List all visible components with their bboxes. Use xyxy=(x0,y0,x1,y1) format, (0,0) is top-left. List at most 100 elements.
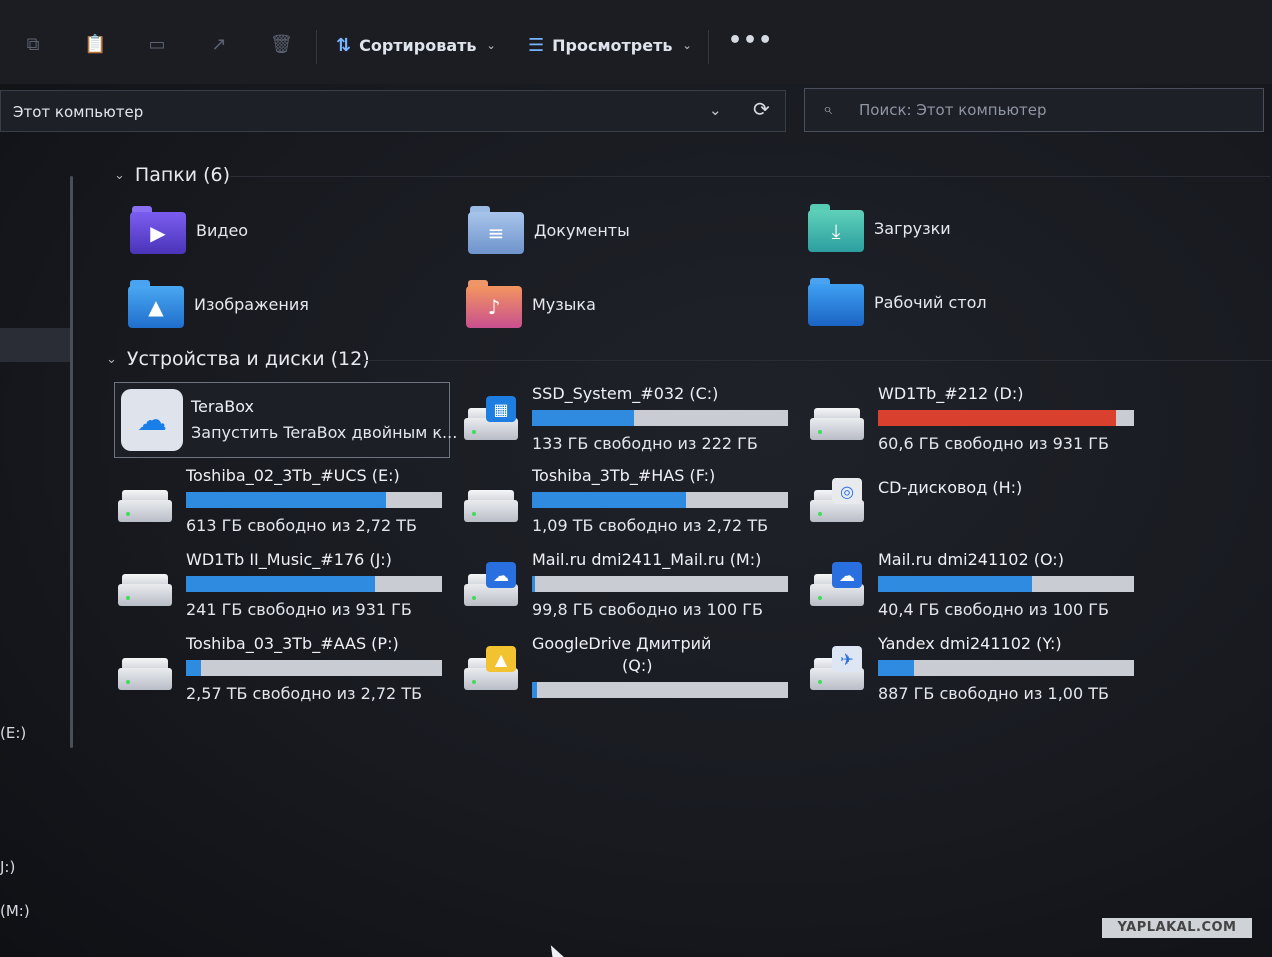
sort-button[interactable]: ⇅ Сортировать ⌄ xyxy=(336,32,496,58)
drive-usage-bar xyxy=(532,682,788,698)
nav-item-j[interactable]: J:) xyxy=(0,858,15,876)
refresh-icon[interactable]: ⟳ xyxy=(753,97,770,121)
drive-name: Toshiba_02_3Tb_#UCS (E:) xyxy=(186,466,400,485)
drive-usage-fill xyxy=(186,492,386,508)
windows-drive-icon: ▦ xyxy=(462,396,520,444)
terabox-app-tile[interactable]: ☁ TeraBox Запустить TeraBox двойным к... xyxy=(114,382,457,458)
drive-usage-fill xyxy=(186,660,202,676)
address-bar[interactable]: Этот компьютер ⌄ ⟳ xyxy=(0,90,786,132)
folder-documents[interactable]: ≡ Документы xyxy=(468,206,630,254)
drive-letter: (Q:) xyxy=(622,656,653,675)
drive-name: Yandex dmi241102 (Y:) xyxy=(878,634,1062,653)
drive-name: SSD_System_#032 (C:) xyxy=(532,384,719,403)
drive-free-space: 133 ГБ свободно из 222 ГБ xyxy=(532,434,758,453)
drive-usage-bar xyxy=(532,492,788,508)
folder-music[interactable]: ♪ Музыка xyxy=(466,280,596,328)
downloads-folder-icon: ⤓ xyxy=(808,204,864,252)
folders-section-title: Папки (6) xyxy=(134,164,231,186)
drive-usage-bar xyxy=(186,660,442,676)
drive-tile[interactable]: Toshiba_3Tb_#HAS (F:) 1,09 ТБ свободно из… xyxy=(462,466,792,536)
paste-icon[interactable]: 📋 xyxy=(84,34,106,56)
watermark: YAPLAKAL.COM xyxy=(1102,918,1252,938)
nav-selected-item[interactable] xyxy=(0,328,70,362)
folders-section-header[interactable]: ⌄ Папки (6) xyxy=(114,164,230,186)
devices-section-title: Устройства и диски (12) xyxy=(126,348,370,370)
view-list-icon: ☰ xyxy=(528,34,545,56)
file-explorer-window: ⧉ 📋 ▭ ↗ 🗑 ⇅ Сортировать ⌄ ☰ Просмотреть … xyxy=(0,0,1272,957)
drive-free-space: 887 ГБ свободно из 1,00 ТБ xyxy=(878,684,1109,703)
view-label: Просмотреть xyxy=(552,35,673,55)
address-path: Этот компьютер xyxy=(13,103,144,121)
share-icon[interactable]: ↗ xyxy=(208,34,230,56)
drive-usage-fill xyxy=(532,410,635,426)
folder-label: Документы xyxy=(534,220,630,240)
search-placeholder: Поиск: Этот компьютер xyxy=(859,101,1047,119)
drive-free-space: 60,6 ГБ свободно из 931 ГБ xyxy=(878,434,1109,453)
nav-scrollbar[interactable] xyxy=(70,176,73,748)
pictures-folder-icon: ▲ xyxy=(128,280,184,328)
address-history-chevron-icon[interactable]: ⌄ xyxy=(709,101,722,119)
chevron-down-icon: ⌄ xyxy=(114,167,125,183)
drive-tile[interactable]: ◎ CD-дисковод (H:) xyxy=(808,466,1138,536)
drive-tile[interactable]: ▲ GoogleDrive Дмитрий (Q:) xyxy=(462,634,792,704)
terabox-subtitle: Запустить TeraBox двойным к... xyxy=(191,423,458,442)
drive-free-space: 241 ГБ свободно из 931 ГБ xyxy=(186,600,412,619)
sort-icon: ⇅ xyxy=(336,34,352,56)
drive-usage-bar xyxy=(186,492,442,508)
drive-tile[interactable]: Toshiba_02_3Tb_#UCS (E:) 613 ГБ свободно … xyxy=(116,466,446,536)
drive-name: Toshiba_3Tb_#HAS (F:) xyxy=(532,466,716,485)
section-divider xyxy=(230,176,1270,177)
drive-usage-fill xyxy=(878,660,914,676)
drive-free-space: 1,09 ТБ свободно из 2,72 ТБ xyxy=(532,516,769,535)
drive-free-space: 613 ГБ свободно из 2,72 ТБ xyxy=(186,516,417,535)
drive-tile[interactable]: WD1Tb II_Music_#176 (J:) 241 ГБ свободно … xyxy=(116,550,446,620)
hard-drive-icon xyxy=(116,646,174,694)
desktop-folder-icon xyxy=(808,278,864,326)
hard-drive-icon xyxy=(808,396,866,444)
folder-video[interactable]: ▶ Видео xyxy=(130,206,248,254)
folder-downloads[interactable]: ⤓ Загрузки xyxy=(808,204,951,252)
hard-drive-icon xyxy=(462,478,520,526)
mailru-cloud-drive-icon: ☁ xyxy=(808,562,866,610)
rename-icon[interactable]: ▭ xyxy=(146,34,168,56)
drive-tile[interactable]: ☁ Mail.ru dmi2411_Mail.ru (M:) 99,8 ГБ сво… xyxy=(462,550,792,620)
search-icon: ⌕ xyxy=(823,99,832,118)
documents-folder-icon: ≡ xyxy=(468,206,524,254)
nav-item-e[interactable]: (E:) xyxy=(0,724,26,742)
drive-name: WD1Tb_#212 (D:) xyxy=(878,384,1024,403)
hard-drive-icon xyxy=(116,478,174,526)
drive-usage-fill xyxy=(878,576,1032,592)
folder-label: Музыка xyxy=(532,294,596,314)
delete-icon[interactable]: 🗑 xyxy=(270,34,293,56)
drive-usage-bar xyxy=(878,410,1134,426)
drive-tile[interactable]: ✈ Yandex dmi241102 (Y:) 887 ГБ свободно из… xyxy=(808,634,1138,704)
music-folder-icon: ♪ xyxy=(466,280,522,328)
drive-usage-fill xyxy=(186,576,376,592)
toolbar-divider xyxy=(708,30,709,64)
more-options-button[interactable]: ••• xyxy=(728,28,773,53)
content-area: ⌄ Папки (6) ▶ Видео ≡ Документы ⤓ Загруз… xyxy=(100,150,1272,957)
drive-tile[interactable]: WD1Tb_#212 (D:) 60,6 ГБ свободно из 931 Г… xyxy=(808,384,1138,454)
drive-usage-bar xyxy=(878,660,1134,676)
drive-tile[interactable]: Toshiba_03_3Tb_#AAS (P:) 2,57 ТБ свободно… xyxy=(116,634,446,704)
drive-tile[interactable]: ▦ SSD_System_#032 (C:) 133 ГБ свободно из … xyxy=(462,384,792,454)
drive-name: GoogleDrive Дмитрий xyxy=(532,634,712,653)
terabox-cloud-icon: ☁ xyxy=(121,389,183,451)
drive-tile[interactable]: ☁ Mail.ru dmi241102 (O:) 40,4 ГБ свободно … xyxy=(808,550,1138,620)
drive-usage-bar xyxy=(532,410,788,426)
folder-label: Рабочий стол xyxy=(874,292,987,312)
folder-pictures[interactable]: ▲ Изображения xyxy=(128,280,309,328)
nav-item-m[interactable]: (M:) xyxy=(0,902,30,920)
drive-usage-bar xyxy=(186,576,442,592)
hard-drive-icon xyxy=(116,562,174,610)
drive-usage-fill xyxy=(532,682,538,698)
toolbar-divider xyxy=(316,30,317,64)
terabox-name: TeraBox xyxy=(191,397,255,416)
section-divider xyxy=(362,360,1272,361)
search-box[interactable]: ⌕ Поиск: Этот компьютер xyxy=(804,88,1264,132)
folder-desktop[interactable]: Рабочий стол xyxy=(808,278,987,326)
devices-section-header[interactable]: ⌄ Устройства и диски (12) xyxy=(106,348,370,370)
view-button[interactable]: ☰ Просмотреть ⌄ xyxy=(528,32,692,58)
drive-usage-fill xyxy=(532,492,686,508)
copy-icon[interactable]: ⧉ xyxy=(22,34,44,56)
